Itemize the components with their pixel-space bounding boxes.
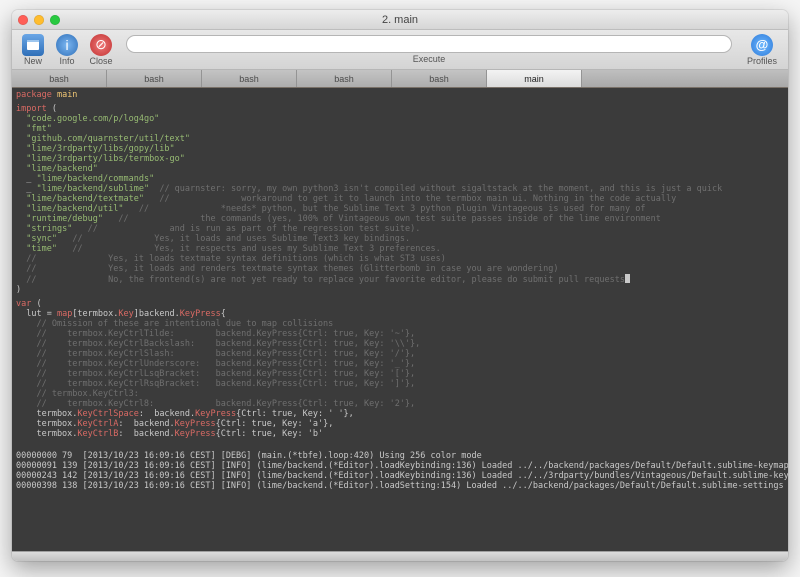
info-icon: i xyxy=(56,34,78,56)
close-icon: ⊘ xyxy=(90,34,112,56)
info-button[interactable]: i Info xyxy=(52,34,82,66)
tab-2[interactable]: bash xyxy=(202,70,297,87)
tab-5[interactable]: main xyxy=(487,70,582,87)
tab-0[interactable]: bash xyxy=(12,70,107,87)
tab-bar: bashbashbashbashbashmain xyxy=(12,70,788,88)
minimize-window-icon[interactable] xyxy=(34,15,44,25)
terminal-view[interactable]: package mainimport ( "code.google.com/p/… xyxy=(12,88,788,551)
app-window: 2. main New i Info ⊘ Close Execute @ Pro… xyxy=(12,10,788,561)
close-button[interactable]: ⊘ Close xyxy=(86,34,116,66)
execute-input[interactable] xyxy=(126,35,732,53)
new-label: New xyxy=(24,56,42,66)
new-button[interactable]: New xyxy=(18,34,48,66)
profiles-icon: @ xyxy=(751,34,773,56)
execute-label: Execute xyxy=(413,54,446,64)
execute-group: Execute xyxy=(120,35,738,64)
window-title: 2. main xyxy=(12,14,788,26)
tab-3[interactable]: bash xyxy=(297,70,392,87)
tab-4[interactable]: bash xyxy=(392,70,487,87)
close-label: Close xyxy=(89,56,112,66)
toolbar: New i Info ⊘ Close Execute @ Profiles xyxy=(12,30,788,70)
profiles-label: Profiles xyxy=(747,56,777,66)
zoom-window-icon[interactable] xyxy=(50,15,60,25)
traffic-lights xyxy=(18,15,60,25)
close-window-icon[interactable] xyxy=(18,15,28,25)
text-cursor xyxy=(625,274,630,283)
window-footer xyxy=(12,551,788,561)
log-output: 00000000 79 [2013/10/23 16:09:16 CEST] [… xyxy=(16,451,784,491)
profiles-button[interactable]: @ Profiles xyxy=(742,34,782,66)
titlebar: 2. main xyxy=(12,10,788,30)
info-label: Info xyxy=(59,56,74,66)
new-window-icon xyxy=(22,34,44,56)
tab-1[interactable]: bash xyxy=(107,70,202,87)
